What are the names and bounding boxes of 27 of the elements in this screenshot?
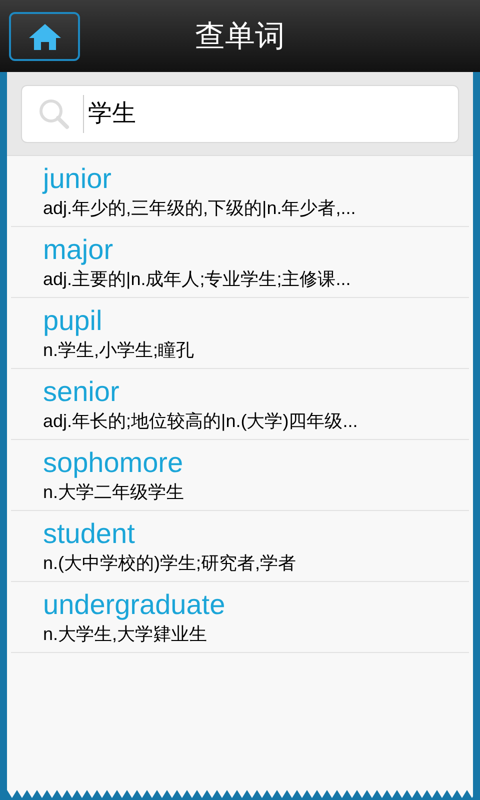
search-icon bbox=[38, 98, 70, 130]
result-row[interactable]: major adj.主要的|n.成年人;专业学生;主修课... bbox=[11, 227, 469, 298]
word: sophomore bbox=[43, 446, 184, 480]
word: student bbox=[43, 517, 136, 551]
result-row[interactable]: pupil n.学生,小学生;瞳孔 bbox=[11, 298, 469, 369]
word: junior bbox=[43, 162, 112, 196]
home-button[interactable] bbox=[9, 12, 80, 61]
definition: n.大学二年级学生 bbox=[43, 481, 186, 504]
word: pupil bbox=[43, 304, 104, 338]
result-row[interactable]: senior adj.年长的;地位较高的|n.(大学)四年级... bbox=[11, 369, 469, 440]
search-input[interactable]: 学生 bbox=[88, 96, 458, 132]
definition: n.(大中学校的)学生;研究者,学者 bbox=[43, 552, 298, 575]
word: senior bbox=[43, 375, 120, 409]
result-row[interactable]: junior adj.年少的,三年级的,下级的|n.年少者,... bbox=[11, 156, 469, 227]
result-row[interactable]: sophomore n.大学二年级学生 bbox=[11, 440, 469, 511]
word: undergraduate bbox=[43, 588, 226, 622]
word: major bbox=[43, 233, 114, 267]
window-title: 查单词 bbox=[195, 18, 285, 54]
definition: adj.主要的|n.成年人;专业学生;主修课... bbox=[43, 268, 352, 291]
definition: n.大学生,大学肄业生 bbox=[43, 623, 208, 646]
search-field[interactable]: 学生 bbox=[21, 85, 459, 143]
definition: adj.年长的;地位较高的|n.(大学)四年级... bbox=[43, 410, 359, 433]
home-icon bbox=[28, 22, 62, 50]
result-row[interactable]: undergraduate n.大学生,大学肄业生 bbox=[11, 582, 469, 653]
result-row[interactable]: student n.(大中学校的)学生;研究者,学者 bbox=[11, 511, 469, 582]
definition: adj.年少的,三年级的,下级的|n.年少者,... bbox=[43, 197, 357, 220]
definition: n.学生,小学生;瞳孔 bbox=[43, 339, 196, 362]
